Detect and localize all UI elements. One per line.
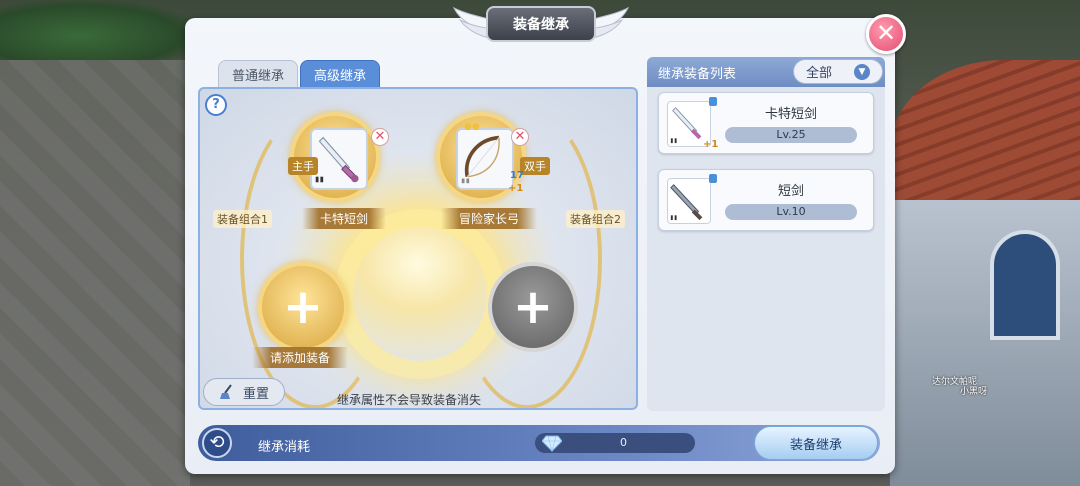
tree-foliage [0,0,200,60]
add-equipment-label: 请添加装备 [252,347,349,368]
refine-level: 17 [510,170,524,181]
remove-secondary-item-button[interactable]: ✕ [511,128,529,146]
list-item[interactable]: 短剑 Lv.10 [658,169,874,231]
house-window [990,230,1060,340]
item-level: Lv.25 [725,127,857,143]
list-title: 继承装备列表 [658,67,737,82]
inherit-confirm-button[interactable]: 装备继承 [754,426,878,460]
main-item-name: 卡特短剑 [302,208,387,229]
add-equipment-slot-locked[interactable]: + [488,262,578,352]
item-card [456,128,514,190]
main-hand-tag: 主手 [288,157,318,175]
bow-icon [461,135,500,184]
tab-normal-inherit[interactable]: 普通继承 [218,60,298,88]
lock-icon [709,174,717,183]
chevron-down-icon: ▼ [854,63,870,80]
glow-ring [335,209,505,379]
secondary-hand-tag: 双手 [520,157,550,175]
list-item[interactable]: +1 卡特短剑 Lv.25 [658,92,874,154]
npc-name[interactable]: 小黑呀 [960,384,987,397]
house-roof [890,60,1080,210]
item-card [310,128,368,190]
plus-icon: + [512,279,554,335]
enhance-plus: +1 [703,139,719,150]
reset-button[interactable]: 重置 [203,378,285,406]
lock-icon [709,97,717,106]
panel-title: 装备继承 [486,6,596,42]
enhance-plus: +1 [508,183,524,194]
item-name: 卡特短剑 [764,107,817,122]
cost-label: 继承消耗 [258,440,311,455]
filter-dropdown[interactable]: 全部 ▼ [793,59,883,84]
cost-value: 0 [620,436,627,449]
inherit-cycle-icon: ⟲ [202,428,232,458]
short-sword-icon [670,184,703,221]
close-button[interactable]: ✕ [866,14,906,54]
item-thumbnail [667,178,711,224]
rarity-stars-icon: ●● [464,122,480,132]
diamond-icon [542,435,562,452]
item-level: Lv.10 [725,204,857,220]
remove-main-item-button[interactable]: ✕ [371,128,389,146]
combo-label-1: 装备组合1 [213,210,272,228]
broom-icon [219,384,232,399]
add-equipment-slot[interactable]: + [258,262,348,352]
tab-advanced-inherit[interactable]: 高级继承 [300,60,380,88]
combo-label-2: 装备组合2 [566,210,625,228]
help-icon[interactable]: ? [205,94,227,116]
reset-label: 重置 [242,386,269,402]
dagger-icon [315,136,359,183]
plus-icon: + [282,279,324,335]
filter-value: 全部 [805,66,832,81]
secondary-item-name: 冒险家长弓 [441,208,538,229]
inherit-hint: 继承属性不会导致装备消失 [337,393,482,407]
item-name: 短剑 [777,184,804,199]
cobblestone-ground [0,60,190,486]
